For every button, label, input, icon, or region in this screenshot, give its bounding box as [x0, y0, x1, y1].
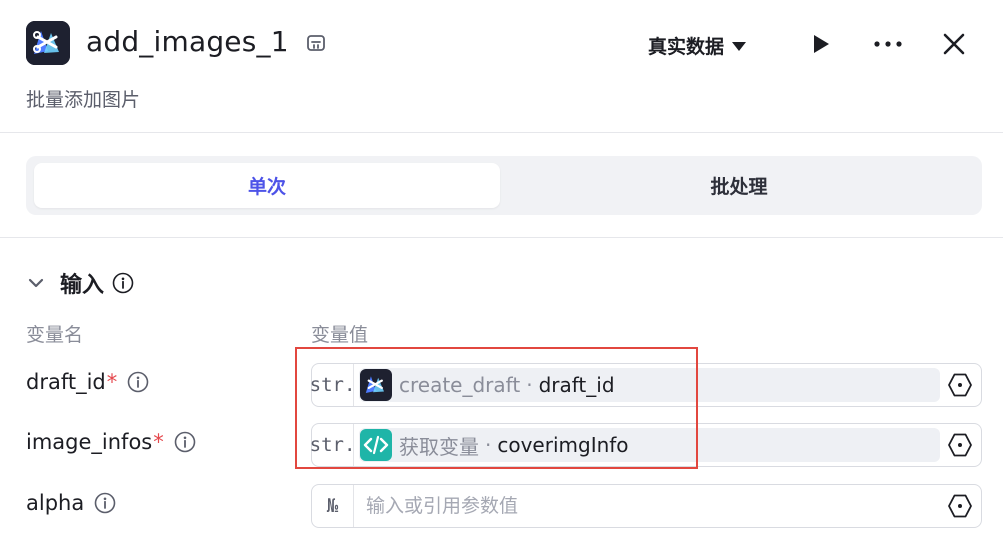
info-icon[interactable]: [112, 272, 134, 294]
run-mode-tabs: 单次 批处理: [26, 156, 982, 215]
info-icon[interactable]: [174, 431, 196, 453]
close-icon: [943, 33, 965, 55]
col-header-value: 变量值: [311, 324, 369, 346]
tab-single[interactable]: 单次: [34, 163, 500, 208]
source-variable-name: coverimgInfo: [497, 433, 629, 457]
param-label-image-infos: image_infos *: [26, 430, 196, 454]
param-label-draft-id: draft_id *: [26, 370, 149, 394]
variable-hexagon-icon: [948, 433, 972, 457]
param-name: alpha: [26, 491, 85, 515]
node-header: add_images_1 批量添加图片 真实数据: [0, 0, 1003, 133]
data-mode-dropdown[interactable]: 真实数据: [648, 30, 747, 60]
type-tag: str.: [310, 364, 355, 406]
run-button[interactable]: [804, 28, 836, 60]
info-icon[interactable]: [94, 492, 116, 514]
node-description: 批量添加图片: [26, 89, 141, 111]
close-button[interactable]: [938, 28, 970, 60]
variable-reference-chip[interactable]: create_draft · draft_id: [359, 368, 940, 402]
variable-hexagon-icon: [948, 494, 972, 518]
variable-hexagon-icon: [948, 373, 972, 397]
plugin-badge-icon: [305, 32, 327, 54]
info-icon[interactable]: [127, 371, 149, 393]
type-tag: str.: [310, 424, 355, 466]
variable-picker-button[interactable]: [947, 493, 973, 519]
video-editor-app-icon: [26, 21, 70, 65]
separator: ·: [526, 373, 533, 397]
type-tag: №: [312, 485, 354, 527]
section-divider: [0, 237, 1003, 238]
alpha-input[interactable]: [366, 491, 926, 521]
param-value-field-draft-id[interactable]: str. create_draft · draft_id: [310, 363, 982, 407]
input-section-title: 输入: [60, 273, 105, 298]
variable-picker-button[interactable]: [947, 372, 973, 398]
separator: ·: [485, 433, 492, 457]
variable-reference-chip[interactable]: 获取变量 · coverimgInfo: [359, 428, 940, 462]
node-title: add_images_1: [86, 25, 289, 58]
required-mark: *: [106, 370, 118, 394]
source-variable-name: draft_id: [538, 373, 615, 397]
param-name: image_infos: [26, 430, 153, 454]
source-node-name: create_draft: [399, 373, 521, 397]
col-header-name: 变量名: [26, 324, 84, 346]
caret-down-icon: [732, 41, 747, 51]
variable-picker-button[interactable]: [947, 432, 973, 458]
param-label-alpha: alpha: [26, 491, 116, 515]
more-button[interactable]: [872, 28, 904, 60]
more-horizontal-icon: [874, 41, 902, 47]
data-mode-label: 真实数据: [648, 35, 725, 58]
tab-batch[interactable]: 批处理: [504, 163, 974, 208]
source-node-name: 获取变量: [399, 434, 479, 459]
input-section-header[interactable]: 输入: [26, 264, 134, 302]
video-editor-app-icon: [360, 369, 392, 401]
param-value-field-alpha[interactable]: №: [311, 484, 982, 528]
required-mark: *: [153, 430, 164, 454]
param-name: draft_id: [26, 370, 106, 394]
play-icon: [814, 35, 829, 53]
code-icon: [360, 429, 392, 461]
param-value-field-image-infos[interactable]: str. 获取变量 · coverimgInfo: [310, 423, 982, 467]
chevron-down-icon: [28, 278, 44, 288]
